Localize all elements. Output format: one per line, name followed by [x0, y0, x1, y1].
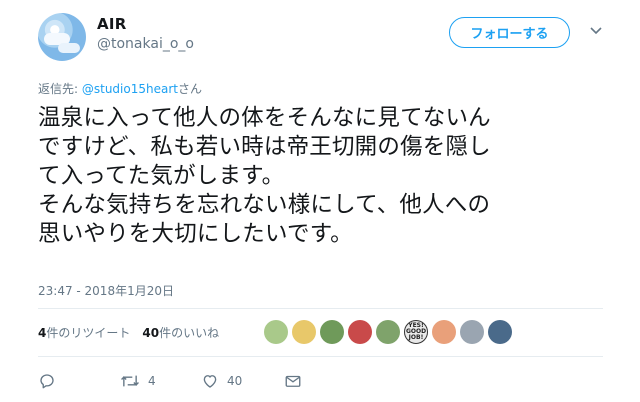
avatar-cloud: [58, 43, 80, 53]
tweet-timestamp[interactable]: 23:47 - 2018年1月20日: [38, 282, 174, 299]
retweet-stat-label: 件のリツイート: [46, 326, 131, 340]
liker-avatar-4[interactable]: [348, 320, 372, 344]
retweet-icon: [121, 375, 139, 387]
chevron-down-icon[interactable]: [589, 26, 603, 36]
liker-avatar-5[interactable]: [376, 320, 400, 344]
liker-avatar-8[interactable]: [460, 320, 484, 344]
liker-avatar-text: YES! GOOD JOB!: [405, 322, 427, 341]
like-button[interactable]: 40: [201, 372, 242, 390]
tweet-actions: 4 40: [38, 372, 318, 394]
like-count: 40: [227, 374, 243, 388]
retweet-button[interactable]: 4: [120, 372, 156, 390]
follow-button[interactable]: フォローする: [449, 17, 570, 48]
tweet-line: 思いやりを大切にしたいです。: [38, 221, 353, 247]
tweet-line: そんな気持ちを忘れない様にして、他人への: [38, 192, 491, 218]
reply-icon: [40, 374, 54, 389]
user-avatar[interactable]: [38, 13, 86, 61]
liker-avatar-7[interactable]: [432, 320, 456, 344]
liker-avatars: YES! GOOD JOB!: [264, 320, 512, 344]
tweet-line: て入ってた気がします。: [38, 163, 285, 189]
liker-avatar-3[interactable]: [320, 320, 344, 344]
tweet-stats: 4件のリツイート 40件のいいね: [38, 324, 219, 341]
like-stat-label: 件のいいね: [159, 326, 220, 340]
liker-avatar-1[interactable]: [264, 320, 288, 344]
liker-avatar-2[interactable]: [292, 320, 316, 344]
retweet-count: 4: [148, 374, 156, 388]
liker-avatar-6[interactable]: YES! GOOD JOB!: [404, 320, 428, 344]
divider: [38, 308, 603, 309]
reply-button[interactable]: [38, 372, 56, 390]
heart-icon: [203, 375, 217, 388]
reply-suffix: さん: [177, 82, 202, 96]
divider: [38, 356, 603, 357]
like-stat-count: 40: [142, 326, 160, 340]
reply-mention-link[interactable]: @studio15heart: [82, 82, 178, 96]
reply-prefix: 返信先:: [38, 82, 82, 96]
retweet-stat[interactable]: 4件のリツイート: [38, 324, 130, 341]
tweet-line: ですけど、私も若い時は帝王切開の傷を隠し: [38, 134, 491, 160]
tweet-line: 温泉に入って他人の体をそんなに見てないん: [38, 105, 491, 131]
user-handle[interactable]: @tonakai_o_o: [97, 36, 194, 52]
tweet-text: 温泉に入って他人の体をそんなに見てないん ですけど、私も若い時は帝王切開の傷を隠…: [38, 104, 618, 249]
direct-message-button[interactable]: [284, 372, 302, 390]
reply-to: 返信先: @studio15heartさん: [38, 80, 202, 97]
user-name[interactable]: AIR: [97, 15, 127, 33]
like-stat[interactable]: 40件のいいね: [142, 324, 219, 341]
liker-avatar-9[interactable]: [488, 320, 512, 344]
envelope-icon: [285, 375, 301, 387]
